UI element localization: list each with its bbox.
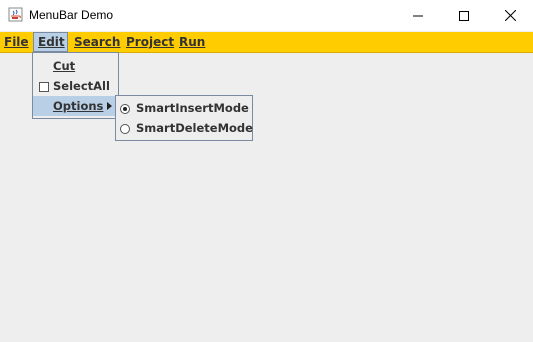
menu-item-label: SmartDeleteMode (136, 121, 253, 135)
checkbox-icon (39, 82, 49, 92)
menu-item-label: SmartInsertMode (136, 101, 249, 115)
maximize-icon (459, 10, 469, 21)
menu-item-smartdeletemode[interactable]: SmartDeleteMode (116, 118, 253, 138)
radio-selected-icon (120, 104, 130, 114)
menu-item-selectall[interactable]: SelectAll (33, 76, 118, 96)
menu-item-label: Options (53, 99, 104, 113)
menu-item-options[interactable]: Options (33, 96, 118, 116)
title-bar: MenuBar Demo (0, 0, 533, 31)
menu-item-smartinsertmode[interactable]: SmartInsertMode (116, 98, 252, 118)
menu-edit[interactable]: Edit (33, 32, 68, 52)
minimize-icon (413, 15, 423, 16)
close-icon (504, 10, 516, 21)
radio-unselected-icon (120, 124, 130, 134)
menu-file[interactable]: File (2, 32, 31, 52)
menu-run[interactable]: Run (177, 32, 207, 52)
options-submenu-popup: SmartInsertMode SmartDeleteMode (115, 95, 253, 141)
menu-project[interactable]: Project (124, 32, 176, 52)
minimize-button[interactable] (395, 0, 441, 31)
edit-menu-popup: Cut SelectAll Options (32, 52, 119, 119)
window-title: MenuBar Demo (29, 8, 114, 22)
close-button[interactable] (487, 0, 533, 31)
menu-bar: File Edit Search Project Run (0, 32, 533, 53)
menu-item-cut[interactable]: Cut (33, 56, 118, 76)
maximize-button[interactable] (441, 0, 487, 31)
menu-search[interactable]: Search (72, 32, 122, 52)
menu-item-label: SelectAll (53, 79, 110, 93)
java-cup-icon (8, 7, 23, 22)
submenu-arrow-icon (107, 102, 112, 110)
menu-item-label: Cut (53, 59, 76, 73)
